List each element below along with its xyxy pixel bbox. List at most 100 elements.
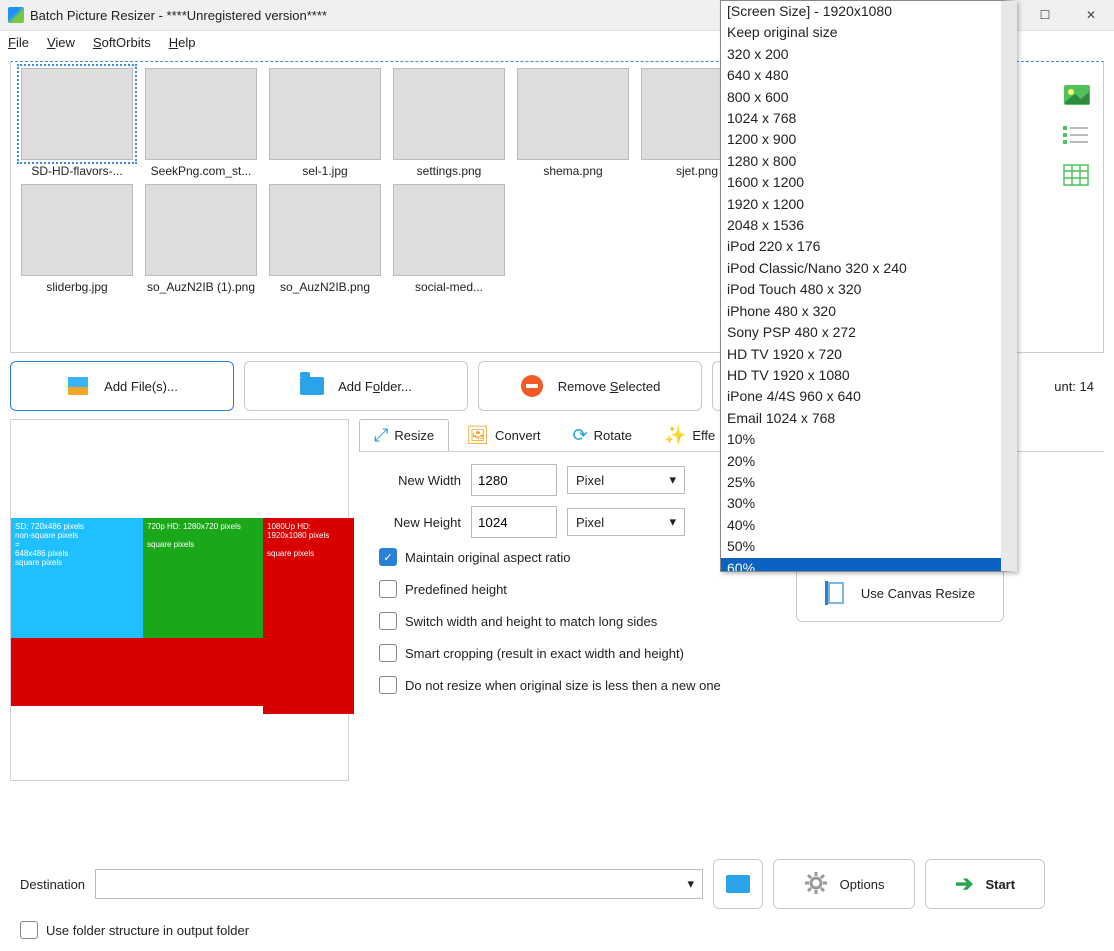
folder-icon [300,377,324,395]
add-folder-label: Add Folder... [338,379,412,394]
dropdown-item[interactable]: 25% [721,472,1001,493]
thumbnail-item[interactable]: SeekPng.com_st... [139,66,263,182]
dropdown-item[interactable]: Keep original size [721,22,1001,43]
dropdown-item[interactable]: 20% [721,451,1001,472]
dropdown-item[interactable]: iPhone 480 x 320 [721,301,1001,322]
bottom-bar: Destination ▾ Options ➔ Start Use folder… [0,855,1114,951]
options-button[interactable]: Options [773,859,915,909]
gear-icon [804,871,828,898]
thumbnail-image [21,68,133,160]
tab-effects-label: Effe [692,428,715,443]
dropdown-item[interactable]: 1024 x 768 [721,108,1001,129]
dropdown-item[interactable]: iPod Touch 480 x 320 [721,279,1001,300]
preset-size-dropdown[interactable]: [Screen Size] - 1920x1080Keep original s… [720,0,1017,572]
dropdown-item[interactable]: 800 x 600 [721,87,1001,108]
dropdown-item[interactable]: 30% [721,493,1001,514]
browse-folder-button[interactable] [713,859,763,909]
options-label: Options [840,877,885,892]
dropdown-item[interactable]: [Screen Size] - 1920x1080 [721,1,1001,22]
tab-resize[interactable]: ⤢ Resize [359,419,449,451]
height-unit-select[interactable]: Pixel ▾ [567,508,685,536]
dropdown-item[interactable]: HD TV 1920 x 1080 [721,365,1001,386]
thumbnail-image [393,68,505,160]
folder-structure-checkbox[interactable] [20,921,38,939]
thumbnail-caption: SD-HD-flavors-... [31,164,122,178]
dropdown-item[interactable]: iPone 4/4S 960 x 640 [721,386,1001,407]
maximize-button[interactable]: ☐ [1022,0,1068,30]
thumbnail-image [517,68,629,160]
dropdown-item[interactable]: Sony PSP 480 x 272 [721,322,1001,343]
dropdown-item[interactable]: 1920 x 1200 [721,194,1001,215]
thumbnail-caption: social-med... [415,280,483,294]
thumbnail-item[interactable]: shema.png [511,66,635,182]
preview-fhd-region: 1080Up HD: 1920x1080 pixels square pixel… [263,518,354,714]
switch-wh-label: Switch width and height to match long si… [405,614,657,629]
new-width-label: New Width [371,473,461,488]
dropdown-item[interactable]: 2048 x 1536 [721,215,1001,236]
thumbnail-image [269,184,381,276]
smart-crop-label: Smart cropping (result in exact width an… [405,646,684,661]
start-label: Start [985,877,1015,892]
dropdown-item[interactable]: 10% [721,429,1001,450]
new-height-input[interactable] [471,506,557,538]
chevron-down-icon: ▾ [688,876,695,892]
dropdown-item[interactable]: 1280 x 800 [721,151,1001,172]
preview-bottom-region [11,638,263,706]
list-view-icon[interactable] [1063,124,1093,148]
remove-selected-button[interactable]: Remove Selected [478,361,702,411]
dropdown-item[interactable]: 640 x 480 [721,65,1001,86]
dropdown-item[interactable]: iPod Classic/Nano 320 x 240 [721,258,1001,279]
tab-convert[interactable]: 🖼 Convert [451,419,555,451]
menu-view[interactable]: View [47,35,75,50]
switch-wh-checkbox[interactable] [379,612,397,630]
folder-structure-label: Use folder structure in output folder [46,923,249,938]
thumbnails-view-icon[interactable] [1063,84,1093,108]
dropdown-item[interactable]: 60% [721,558,1001,572]
chevron-down-icon: ▾ [669,514,676,530]
dropdown-item[interactable]: 1600 x 1200 [721,172,1001,193]
thumbnail-item[interactable]: sel-1.jpg [263,66,387,182]
tab-rotate[interactable]: ⟳ Rotate [558,419,647,451]
thumbnail-item[interactable]: sliderbg.jpg [15,182,139,298]
new-width-input[interactable] [471,464,557,496]
table-view-icon[interactable] [1063,164,1093,188]
maintain-ratio-checkbox[interactable]: ✓ [379,548,397,566]
destination-combobox[interactable]: ▾ [95,869,703,899]
add-files-button[interactable]: Add File(s)... [10,361,234,411]
close-button[interactable]: ✕ [1068,0,1114,30]
thumbnail-item[interactable]: social-med... [387,182,511,298]
thumbnail-item[interactable]: so_AuzN2IB (1).png [139,182,263,298]
thumbnail-caption: SeekPng.com_st... [151,164,252,178]
thumbnail-item[interactable]: settings.png [387,66,511,182]
dropdown-item[interactable]: 50% [721,536,1001,557]
maintain-ratio-label: Maintain original aspect ratio [405,550,570,565]
dropdown-item[interactable]: 320 x 200 [721,44,1001,65]
dropdown-item[interactable]: iPod 220 x 176 [721,236,1001,257]
no-resize-checkbox[interactable] [379,676,397,694]
thumbnail-item[interactable]: so_AuzN2IB.png [263,182,387,298]
menu-help[interactable]: Help [169,35,196,50]
effects-icon: ✨ [664,425,686,446]
thumbnail-item[interactable]: SD-HD-flavors-... [15,66,139,182]
tab-rotate-label: Rotate [594,428,632,443]
thumbnail-image [269,68,381,160]
tab-effects[interactable]: ✨ Effe [649,419,730,451]
canvas-resize-button[interactable]: Use Canvas Resize [796,564,1004,622]
width-unit-select[interactable]: Pixel ▾ [567,466,685,494]
dropdown-item[interactable]: Email 1024 x 768 [721,408,1001,429]
menu-softorbits[interactable]: SoftOrbits [93,35,151,50]
start-button[interactable]: ➔ Start [925,859,1045,909]
dropdown-item[interactable]: HD TV 1920 x 720 [721,344,1001,365]
predefined-height-checkbox[interactable] [379,580,397,598]
dropdown-item[interactable]: 40% [721,515,1001,536]
dropdown-item[interactable]: 1200 x 900 [721,129,1001,150]
thumbnail-image [145,68,257,160]
preview-sd-region: SD: 720x486 pixels non-square pixels = 6… [11,518,151,646]
menu-file[interactable]: File [8,35,29,50]
add-folder-button[interactable]: Add Folder... [244,361,468,411]
item-count: unt: 14 [1054,379,1104,394]
minus-icon [521,375,543,397]
side-toolbar [1056,78,1100,188]
smart-crop-checkbox[interactable] [379,644,397,662]
thumbnail-caption: settings.png [417,164,482,178]
